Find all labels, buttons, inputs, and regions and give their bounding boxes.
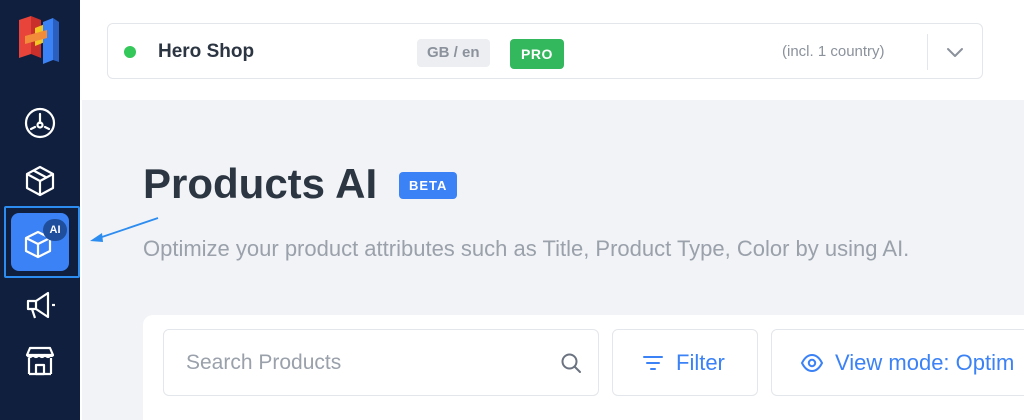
plan-badge: PRO xyxy=(510,39,564,69)
page-subtitle: Optimize your product attributes such as… xyxy=(143,236,910,261)
cube-icon xyxy=(25,165,55,197)
view-mode-label: View mode: Optim xyxy=(835,350,1015,375)
shop-name: Hero Shop xyxy=(158,41,255,62)
chevron-down-icon[interactable] xyxy=(943,40,967,64)
divider xyxy=(927,34,928,70)
search-icon[interactable] xyxy=(559,351,583,375)
sidebar-item-products[interactable] xyxy=(11,156,69,206)
shop-selector[interactable]: Hero Shop GB / en PRO (incl. 1 country) xyxy=(107,23,983,79)
storefront-icon xyxy=(25,346,55,376)
beta-badge: BETA xyxy=(399,172,458,199)
search-input[interactable]: Search Products xyxy=(163,329,599,396)
app-logo[interactable] xyxy=(11,14,61,68)
filter-label: Filter xyxy=(676,350,725,375)
search-placeholder: Search Products xyxy=(186,351,342,374)
gauge-icon xyxy=(24,107,56,139)
view-mode-button[interactable]: View mode: Optim xyxy=(771,329,1024,396)
locale-badge: GB / en xyxy=(417,39,490,67)
sidebar: AI xyxy=(0,0,82,420)
sidebar-item-store[interactable] xyxy=(11,336,69,386)
filter-icon xyxy=(643,356,663,370)
country-note: (incl. 1 country) xyxy=(782,43,885,60)
annotation-arrow xyxy=(90,217,159,242)
page-title: Products AI xyxy=(143,160,378,207)
highlight-box xyxy=(4,206,80,278)
megaphone-icon xyxy=(26,291,55,319)
status-dot xyxy=(124,46,136,58)
sidebar-item-marketing[interactable] xyxy=(11,280,69,330)
sidebar-item-dashboard[interactable] xyxy=(11,98,69,148)
eye-icon xyxy=(801,354,823,372)
filter-button[interactable]: Filter xyxy=(612,329,758,396)
